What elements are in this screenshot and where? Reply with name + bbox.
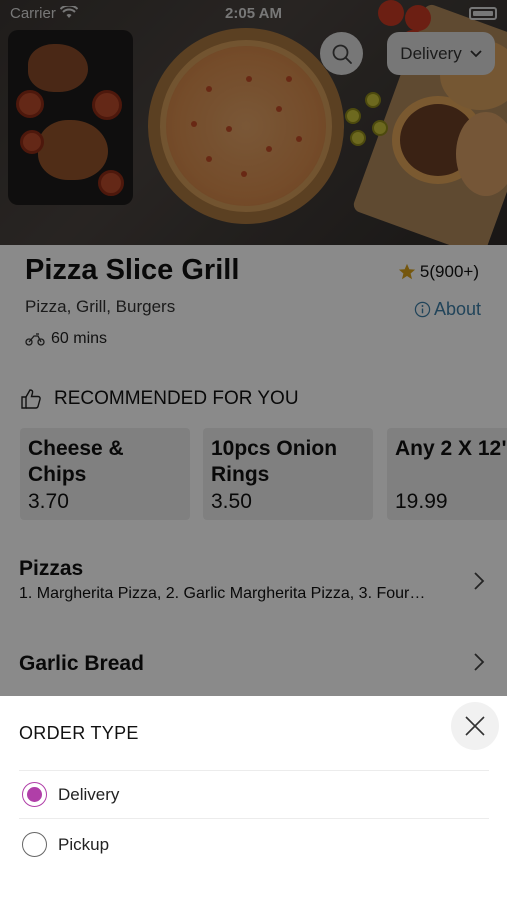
menu-category-pizzas[interactable]: Pizzas 1. Margherita Pizza, 2. Garlic Ma… xyxy=(19,557,489,617)
info-icon xyxy=(414,301,431,318)
search-icon xyxy=(332,44,352,64)
status-bar: Carrier 2:05 AM xyxy=(0,0,507,28)
order-type-option-delivery[interactable]: Delivery xyxy=(22,782,119,807)
recommended-item-card[interactable]: Cheese & Chips 3.70 xyxy=(20,428,190,520)
about-link[interactable]: About xyxy=(414,299,481,320)
chevron-right-icon xyxy=(474,572,485,590)
recommended-item-title: Cheese & Chips xyxy=(28,437,124,486)
category-description: 1. Margherita Pizza, 2. Garlic Margherit… xyxy=(19,585,426,602)
recommended-item-card[interactable]: Any 2 X 12" Pizzas 19.99 xyxy=(387,428,507,520)
category-title: Pizzas xyxy=(19,557,84,580)
battery-icon xyxy=(469,7,497,20)
recommended-item-title: 10pcs Onion Rings xyxy=(211,437,338,486)
cuisine-tags: Pizza, Grill, Burgers xyxy=(25,297,176,316)
radio-button[interactable] xyxy=(22,782,47,807)
search-button[interactable] xyxy=(320,32,363,75)
order-type-dropdown[interactable]: Delivery xyxy=(387,32,495,75)
chevron-right-icon xyxy=(474,653,485,671)
delivery-time-value: 60 mins xyxy=(51,330,108,347)
delivery-time: 60 mins xyxy=(25,330,107,348)
recommended-item-title: Any 2 X 12" Pizzas xyxy=(395,437,507,460)
close-button[interactable] xyxy=(451,702,499,750)
category-title: Garlic Bread xyxy=(19,652,144,675)
option-label: Delivery xyxy=(58,784,120,804)
star-icon xyxy=(398,263,416,280)
thumbs-up-icon xyxy=(21,389,41,409)
recommended-header: RECOMMENDED FOR YOU xyxy=(20,388,299,410)
divider xyxy=(19,770,489,771)
sheet-title: ORDER TYPE xyxy=(19,723,139,743)
recommended-item-price: 3.70 xyxy=(28,490,69,513)
option-label: Pickup xyxy=(58,834,110,854)
rating: 5(900+) xyxy=(398,262,479,282)
clock: 2:05 AM xyxy=(225,5,282,22)
grill-board xyxy=(8,30,133,205)
scooter-icon xyxy=(25,333,45,346)
pizza xyxy=(160,40,332,212)
menu-category-garlic-bread[interactable]: Garlic Bread xyxy=(19,652,489,692)
recommended-item-price: 19.99 xyxy=(395,490,448,513)
close-icon xyxy=(465,716,485,736)
chevron-down-icon xyxy=(470,49,482,57)
recommended-item-price: 3.50 xyxy=(211,490,252,513)
order-type-option-pickup[interactable]: Pickup xyxy=(22,832,109,857)
radio-button[interactable] xyxy=(22,832,47,857)
rating-value: 5(900+) xyxy=(419,262,479,281)
recommended-heading: RECOMMENDED FOR YOU xyxy=(54,388,299,409)
recommended-item-card[interactable]: 10pcs Onion Rings 3.50 xyxy=(203,428,373,520)
order-type-sheet: ORDER TYPE Delivery Pickup xyxy=(0,696,507,900)
about-label: About xyxy=(433,299,481,319)
restaurant-name: Pizza Slice Grill xyxy=(25,254,240,286)
divider xyxy=(19,818,489,819)
order-type-label: Delivery xyxy=(400,43,462,63)
